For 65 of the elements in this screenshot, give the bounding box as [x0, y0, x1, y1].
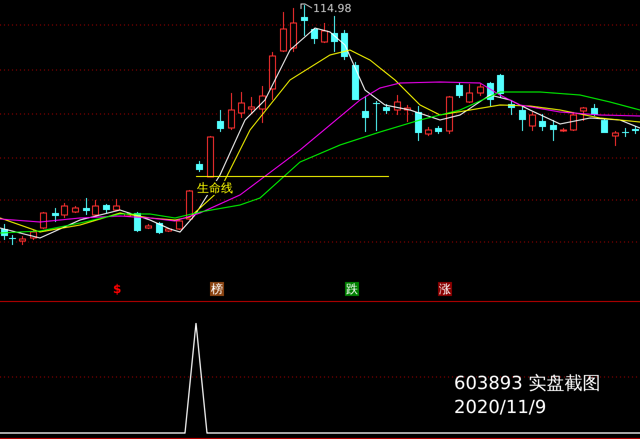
candlestick — [311, 28, 318, 44]
candlestick — [145, 224, 152, 230]
candlestick — [446, 96, 453, 134]
life-line-label: 生命线 — [197, 181, 233, 195]
signal-badge: 涨 — [438, 282, 452, 296]
candlestick — [601, 118, 608, 134]
candlestick — [612, 130, 619, 146]
candlestick — [497, 74, 504, 98]
signal-badge: 跌 — [345, 282, 359, 296]
candlestick — [477, 84, 484, 96]
candlestick — [103, 204, 110, 214]
candlestick — [19, 236, 26, 246]
candlestick — [580, 106, 587, 122]
candlestick — [92, 200, 99, 216]
candlestick — [435, 126, 442, 134]
candlestick — [280, 12, 287, 52]
caption-date: 2020/11/9 — [454, 397, 546, 419]
candlestick — [632, 126, 639, 134]
candlestick — [508, 100, 515, 116]
candlestick — [217, 110, 224, 132]
candlestick — [176, 220, 183, 230]
candlestick — [207, 136, 214, 178]
candlestick — [425, 126, 432, 136]
candlestick — [487, 82, 494, 106]
price-label: 114.98 — [313, 2, 352, 16]
candlestick — [72, 206, 79, 214]
candlestick — [383, 104, 390, 114]
candlestick — [248, 96, 255, 114]
candlestick — [113, 198, 120, 212]
candlestick — [269, 52, 276, 100]
candlestick — [529, 112, 536, 132]
candlestick — [352, 62, 359, 100]
candlestick — [165, 228, 172, 232]
candlestick — [40, 212, 47, 230]
candlestick — [550, 120, 557, 142]
candlestick — [362, 96, 369, 132]
candlestick — [290, 8, 297, 52]
signal-badge: 榜 — [210, 282, 224, 296]
candlestick — [301, 4, 308, 36]
candlestick — [61, 202, 68, 218]
candlestick — [415, 106, 422, 142]
candlestick — [560, 128, 567, 132]
candlestick — [570, 112, 577, 132]
candlestick — [321, 22, 328, 44]
candlestick — [238, 92, 245, 118]
candlestick — [373, 100, 380, 132]
candlestick — [228, 92, 235, 130]
leader-line — [300, 4, 312, 10]
candlestick — [539, 114, 546, 132]
candlestick — [622, 128, 629, 138]
candlestick — [30, 230, 37, 240]
candlestick — [52, 208, 59, 222]
candlestick — [83, 198, 90, 216]
caption-title: 603893 实盘截图 — [454, 373, 600, 395]
dollar-signal: $ — [112, 282, 122, 296]
candlestick — [124, 212, 131, 218]
candlestick — [196, 160, 203, 172]
candlestick — [519, 104, 526, 132]
candlestick — [404, 104, 411, 122]
candlestick — [591, 104, 598, 116]
candlestick — [394, 94, 401, 116]
candlestick — [186, 190, 193, 220]
candlestick — [456, 82, 463, 98]
candlestick — [466, 84, 473, 104]
candlestick — [259, 86, 266, 124]
